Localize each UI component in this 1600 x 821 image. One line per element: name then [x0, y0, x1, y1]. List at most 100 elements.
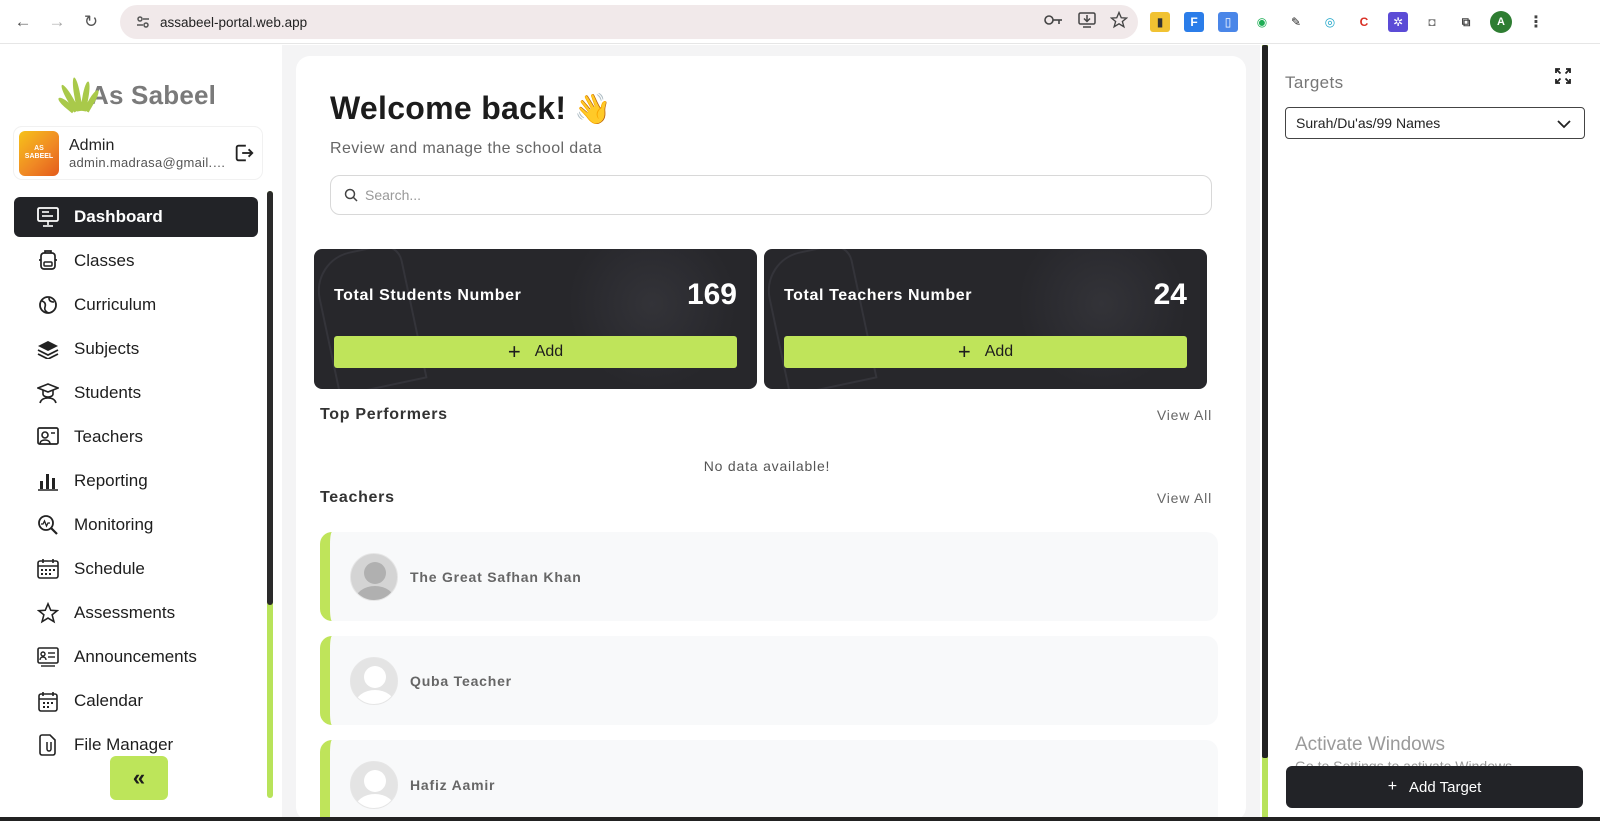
teachers-section-title: Teachers: [320, 489, 395, 506]
avatar: [350, 552, 398, 601]
sidebar-item-curriculum[interactable]: Curriculum: [14, 285, 258, 325]
sidebar-item-label: Teachers: [74, 427, 143, 446]
stat-label: Total Teachers Number: [784, 287, 973, 304]
extension-icon[interactable]: F: [1184, 12, 1204, 32]
sidebar-item-label: Classes: [74, 251, 135, 270]
subjects-icon: [36, 337, 60, 361]
site-info-icon[interactable]: [132, 11, 154, 33]
chevron-down-icon: [1557, 120, 1571, 129]
user-name: Admin: [69, 136, 115, 154]
camera-icon[interactable]: ◘: [1422, 12, 1442, 32]
sidebar-scrollbar[interactable]: [267, 191, 273, 798]
extension-icon[interactable]: ◎: [1320, 12, 1340, 32]
sidebar-item-label: Assessments: [74, 603, 176, 622]
sidebar-item-classes[interactable]: Classes: [14, 241, 258, 281]
curriculum-icon: [36, 293, 60, 317]
page-title: Welcome back! 👋: [330, 90, 612, 126]
sidebar-item-label: Schedule: [74, 559, 145, 578]
students-stat-card: Total Students Number 169 + Add: [314, 249, 757, 389]
url-text: assabeel-portal.web.app: [160, 14, 308, 30]
teachers-stat-card: Total Teachers Number 24 + Add: [764, 249, 1207, 389]
sidebar-item-label: File Manager: [74, 735, 174, 754]
plus-icon: +: [957, 339, 971, 364]
schedule-icon: [36, 557, 60, 581]
extension-icon[interactable]: ▮: [1150, 12, 1170, 32]
page-subtitle: Review and manage the school data: [330, 140, 603, 157]
add-target-button[interactable]: + Add Target: [1286, 766, 1583, 808]
monitoring-icon: [36, 513, 60, 537]
extension-icon[interactable]: ◉: [1252, 12, 1272, 32]
students-icon: [36, 381, 60, 405]
sidebar-item-label: Reporting: [74, 471, 148, 490]
browser-toolbar: ← → ↻ assabeel-portal.web.app ▮ F ▯ ◉ ✎ …: [0, 0, 1600, 44]
brand-logo[interactable]: As Sabeel: [56, 73, 217, 114]
sidebar-item-schedule[interactable]: Schedule: [14, 549, 258, 589]
sidebar-menu: Dashboard Classes Curriculum Subjects St…: [14, 197, 258, 769]
search-input[interactable]: [365, 187, 1185, 203]
sidebar-item-reporting[interactable]: Reporting: [14, 461, 258, 501]
address-bar[interactable]: assabeel-portal.web.app: [120, 5, 1138, 39]
reload-icon[interactable]: ↻: [76, 7, 106, 37]
sidebar-item-assessments[interactable]: Assessments: [14, 593, 258, 633]
teacher-card[interactable]: The Great Safhan Khan: [320, 532, 1218, 621]
extension-icon[interactable]: ✲: [1388, 12, 1408, 32]
teacher-card[interactable]: Quba Teacher: [320, 636, 1218, 725]
search-box: [330, 175, 1212, 215]
top-performers-title: Top Performers: [320, 406, 448, 423]
plus-icon: +: [1387, 778, 1398, 795]
selected-value: Surah/Du'as/99 Names: [1296, 115, 1441, 131]
collapse-sidebar-button[interactable]: «: [110, 756, 168, 800]
teacher-name: The Great Safhan Khan: [410, 568, 582, 585]
profile-avatar-icon[interactable]: A: [1490, 11, 1512, 33]
forward-icon[interactable]: →: [42, 7, 72, 37]
avatar: [350, 656, 398, 705]
leaf-logo-icon: [56, 73, 101, 114]
search-icon: [343, 187, 359, 203]
extensions-puzzle-icon[interactable]: ⧉: [1456, 12, 1476, 32]
reporting-icon: [36, 469, 60, 493]
teacher-name: Quba Teacher: [410, 672, 512, 689]
top-performers-view-all-link[interactable]: View All: [1157, 407, 1212, 423]
bookmark-star-icon[interactable]: [1109, 10, 1129, 33]
extension-icon[interactable]: ▯: [1218, 12, 1238, 32]
password-key-icon[interactable]: [1044, 13, 1064, 31]
install-app-icon[interactable]: [1078, 12, 1096, 32]
sidebar-item-announcements[interactable]: Announcements: [14, 637, 258, 677]
eyedropper-icon[interactable]: ✎: [1286, 12, 1306, 32]
extensions-bar: ▮ F ▯ ◉ ✎ ◎ C ✲ ◘ ⧉ A ⋮: [1150, 8, 1546, 36]
target-type-select[interactable]: Surah/Du'as/99 Names: [1285, 107, 1585, 139]
add-teacher-button[interactable]: + Add: [784, 336, 1187, 368]
dashboard-icon: [36, 205, 60, 229]
sidebar-item-label: Monitoring: [74, 515, 154, 534]
sidebar-item-students[interactable]: Students: [14, 373, 258, 413]
sidebar-item-label: Subjects: [74, 339, 140, 358]
empty-state: No data available!: [703, 458, 831, 474]
sidebar-item-label: Calendar: [74, 691, 143, 710]
extension-icon[interactable]: C: [1354, 12, 1374, 32]
menu-kebab-icon[interactable]: ⋮: [1526, 12, 1546, 32]
waving-hand-icon: 👋: [574, 93, 612, 126]
back-icon[interactable]: ←: [8, 7, 38, 37]
stat-label: Total Students Number: [334, 287, 522, 304]
teacher-name: Hafiz Aamir: [410, 776, 496, 793]
sidebar-item-label: Announcements: [74, 647, 197, 666]
user-email: admin.madrasa@gmail.com: [69, 154, 227, 170]
sidebar: As Sabeel AS SABEEL Admin admin.madrasa@…: [0, 45, 282, 821]
avatar: AS SABEEL: [19, 130, 59, 176]
brand-name: As Sabeel: [90, 80, 217, 110]
expand-icon[interactable]: [1552, 65, 1574, 87]
teachers-icon: [36, 425, 60, 449]
teacher-card[interactable]: Hafiz Aamir: [320, 740, 1218, 821]
sidebar-item-dashboard[interactable]: Dashboard: [14, 197, 258, 237]
sidebar-item-monitoring[interactable]: Monitoring: [14, 505, 258, 545]
targets-title: Targets: [1285, 73, 1344, 92]
sidebar-item-subjects[interactable]: Subjects: [14, 329, 258, 369]
logout-icon[interactable]: [232, 141, 256, 165]
announcements-icon: [36, 645, 60, 669]
teachers-view-all-link[interactable]: View All: [1157, 490, 1212, 506]
sidebar-item-label: Curriculum: [74, 295, 157, 314]
sidebar-item-teachers[interactable]: Teachers: [14, 417, 258, 457]
stat-value: 24: [1153, 278, 1187, 311]
sidebar-item-calendar[interactable]: Calendar: [14, 681, 258, 721]
add-student-button[interactable]: + Add: [334, 336, 737, 368]
